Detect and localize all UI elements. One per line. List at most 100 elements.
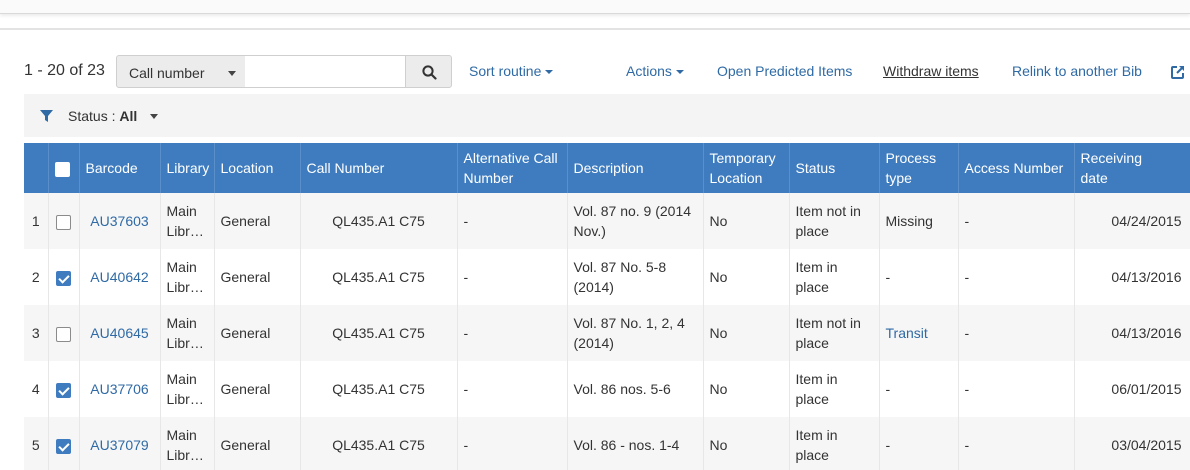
row-checkbox[interactable] xyxy=(56,382,71,398)
header-alt-call-line1: Alternative Call xyxy=(463,150,558,166)
filter-icon[interactable] xyxy=(40,110,53,122)
library-cell: Main Libra… xyxy=(160,193,215,249)
library-line1: Main xyxy=(166,203,197,219)
barcode-cell[interactable]: AU37079 xyxy=(79,417,161,470)
alt-call-number-cell: - xyxy=(457,193,568,249)
temporary-location-cell: No xyxy=(703,305,790,361)
process-type-value: Missing xyxy=(885,213,933,229)
open-predicted-items-link[interactable]: Open Predicted Items xyxy=(717,63,852,79)
library-cell: Main Libra… xyxy=(160,249,215,305)
barcode-cell[interactable]: AU40642 xyxy=(79,249,161,305)
alt-call-number-cell: - xyxy=(457,305,568,361)
access-number-cell: - xyxy=(958,361,1075,417)
header-call-number[interactable]: Call Number xyxy=(300,143,458,193)
row-number: 1 xyxy=(24,193,49,249)
status-line1: Item in xyxy=(795,259,838,275)
row-select-cell[interactable] xyxy=(48,361,80,417)
description-cell: Vol. 86 - nos. 1-4 xyxy=(567,417,704,470)
call-number-cell: QL435.A1 C75 xyxy=(300,417,458,470)
row-select-cell[interactable] xyxy=(48,305,80,361)
row-select-cell[interactable] xyxy=(48,417,80,470)
status-filter-value: All xyxy=(119,108,138,124)
search-field-select[interactable]: Call number xyxy=(116,55,246,88)
withdraw-items-link[interactable]: Withdraw items xyxy=(883,63,979,79)
library-cell: Main Libra… xyxy=(160,361,215,417)
description-line2: (2014) xyxy=(573,279,614,295)
barcode-link[interactable]: AU37079 xyxy=(90,437,148,453)
header-status[interactable]: Status xyxy=(789,143,880,193)
process-type-value: - xyxy=(885,381,891,397)
header-process-line2: type xyxy=(885,170,912,186)
header-access-number[interactable]: Access Number xyxy=(958,143,1075,193)
row-number: 3 xyxy=(24,305,49,361)
process-type-cell: - xyxy=(879,249,959,305)
barcode-cell[interactable]: AU37706 xyxy=(79,361,161,417)
header-process-type[interactable]: Process type xyxy=(879,143,959,193)
list-toolbar: 1 - 20 of 23 Call number Sort routine Ac… xyxy=(0,53,1190,89)
receiving-date-cell: 06/01/2015 xyxy=(1074,361,1190,417)
actions-dropdown[interactable]: Actions xyxy=(626,63,684,79)
header-alt-call-number[interactable]: Alternative Call Number xyxy=(457,143,568,193)
header-description[interactable]: Description xyxy=(567,143,704,193)
chevron-down-icon[interactable] xyxy=(150,114,158,119)
status-line1: Item not in xyxy=(795,315,861,331)
description-line1: Vol. 86 nos. 5-6 xyxy=(573,381,671,397)
description-line1: Vol. 86 - nos. 1-4 xyxy=(573,437,680,453)
status-filter[interactable]: Status : All xyxy=(68,108,137,124)
row-select-cell[interactable] xyxy=(48,193,80,249)
description-line2: (2014) xyxy=(573,335,614,351)
search-input[interactable] xyxy=(245,55,406,88)
location-cell: General xyxy=(214,305,301,361)
header-temporary-location[interactable]: Temporary Location xyxy=(703,143,790,193)
library-line2: Libra… xyxy=(166,447,208,463)
status-line2: place xyxy=(795,223,829,239)
caret-down-icon xyxy=(545,70,554,75)
header-barcode[interactable]: Barcode xyxy=(79,143,161,193)
row-checkbox[interactable] xyxy=(56,326,71,342)
barcode-link[interactable]: AU40645 xyxy=(90,325,148,341)
library-line1: Main xyxy=(166,427,197,443)
external-link-icon[interactable] xyxy=(1170,64,1186,80)
status-line2: place xyxy=(795,335,829,351)
status-cell: Item in place xyxy=(789,249,880,305)
sort-routine-dropdown[interactable]: Sort routine xyxy=(469,63,554,79)
header-library[interactable]: Library xyxy=(160,143,215,193)
row-checkbox[interactable] xyxy=(56,270,71,286)
sort-routine-label: Sort routine xyxy=(469,63,542,79)
barcode-cell[interactable]: AU37603 xyxy=(79,193,161,249)
search-field-label: Call number xyxy=(129,65,205,81)
select-all-checkbox[interactable] xyxy=(54,161,70,177)
table-row[interactable]: 3 AU40645 Main Libra… General QL435.A1 C75- Vo… xyxy=(24,305,1190,361)
description-cell: Vol. 86 nos. 5-6 xyxy=(567,361,704,417)
row-select-cell[interactable] xyxy=(48,249,80,305)
table-row[interactable]: 4 AU37706 Main Libra… General QL435.A1 C75- Vo… xyxy=(24,361,1190,417)
row-checkbox[interactable] xyxy=(56,438,71,454)
barcode-link[interactable]: AU40642 xyxy=(90,269,148,285)
caret-down-icon xyxy=(675,70,684,75)
description-cell: Vol. 87 No. 5-8 (2014) xyxy=(567,249,704,305)
status-cell: Item not in place xyxy=(789,305,880,361)
table-row[interactable]: 1 AU37603 Main Libra… General QL435.A1 C75- Vo… xyxy=(24,193,1190,249)
receiving-date-cell: 04/13/2016 xyxy=(1074,249,1190,305)
receiving-date-cell: 04/13/2016 xyxy=(1074,305,1190,361)
status-line1: Item in xyxy=(795,427,838,443)
library-line2: Libra… xyxy=(166,279,208,295)
barcode-cell[interactable]: AU40645 xyxy=(79,305,161,361)
barcode-link[interactable]: AU37706 xyxy=(90,381,148,397)
header-row-number xyxy=(24,143,49,193)
search-button[interactable] xyxy=(405,55,452,88)
library-cell: Main Libra… xyxy=(160,417,215,470)
description-line1: Vol. 87 no. 9 (2014 xyxy=(573,203,692,219)
status-cell: Item in place xyxy=(789,361,880,417)
library-cell: Main Libra… xyxy=(160,305,215,361)
library-line1: Main xyxy=(166,371,197,387)
header-select-all[interactable] xyxy=(48,143,80,193)
table-row[interactable]: 5 AU37079 Main Libra… General QL435.A1 C75- Vo… xyxy=(24,417,1190,470)
relink-bib-link[interactable]: Relink to another Bib xyxy=(1012,63,1142,79)
header-receiving-date[interactable]: Receiving date xyxy=(1074,143,1190,193)
table-row[interactable]: 2 AU40642 Main Libra… General QL435.A1 C75- Vo… xyxy=(24,249,1190,305)
row-checkbox[interactable] xyxy=(56,214,71,230)
barcode-link[interactable]: AU37603 xyxy=(90,213,148,229)
process-type-value[interactable]: Transit xyxy=(886,325,928,341)
header-location[interactable]: Location xyxy=(214,143,301,193)
